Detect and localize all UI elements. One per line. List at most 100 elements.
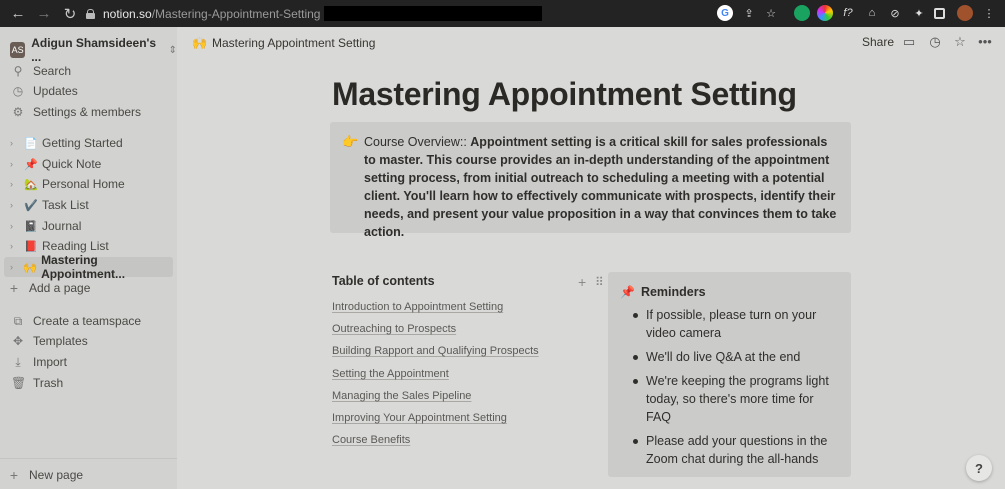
add-block-icon[interactable]: + (578, 274, 586, 290)
sidebar-page-journal[interactable]: › 📓 Journal (0, 216, 177, 236)
url-path: /Mastering-Appointment-Setting (151, 6, 321, 21)
sidebar-item-label: Updates (33, 84, 78, 98)
sidebar-item-search[interactable]: ⚲ Search (0, 61, 177, 81)
chevron-right-icon[interactable]: › (10, 241, 18, 251)
page-title[interactable]: Mastering Appointment Setting (332, 76, 797, 113)
sidebar-item-settings[interactable]: ⚙ Settings & members (0, 102, 177, 122)
reminders-callout[interactable]: 📌 Reminders If possible, please turn on … (608, 272, 851, 477)
sidebar-item-trash[interactable]: 🗑 Trash (0, 373, 177, 393)
toc-link[interactable]: Improving Your Appointment Setting (332, 412, 507, 424)
new-page-button[interactable]: + New page (0, 465, 177, 485)
list-item[interactable]: Please add your questions in the Zoom ch… (633, 432, 841, 468)
extensions-puzzle-icon[interactable]: ✦ (911, 5, 927, 21)
page-emoji: 🙌 (23, 261, 38, 274)
search-icon: ⚲ (13, 64, 23, 78)
add-page-button[interactable]: + Add a page (0, 278, 177, 298)
forward-arrow-icon[interactable]: → (34, 4, 54, 24)
page-emoji: 📌 (24, 158, 38, 171)
callout-block[interactable]: 👉 Course Overview:: Appointment setting … (330, 122, 851, 239)
comment-icon[interactable]: ▭ (901, 34, 917, 50)
lock-icon (86, 8, 95, 19)
address-bar[interactable]: notion.so/Mastering-Appointment-Setting (78, 3, 778, 24)
sidebar-item-label: Import (33, 355, 68, 369)
page-emoji: 📕 (24, 240, 38, 253)
chevron-updown-icon: ⇕ (168, 44, 177, 56)
chevron-right-icon[interactable]: › (10, 179, 18, 189)
back-arrow-icon[interactable]: ← (8, 4, 28, 24)
more-options-icon[interactable]: ••• (977, 34, 993, 50)
teamspace-icon: ⧉ (13, 313, 23, 328)
toc-link[interactable]: Setting the Appointment (332, 368, 449, 380)
list-item[interactable]: If possible, please turn on your video c… (633, 306, 841, 342)
sidebar-item-updates[interactable]: ◷ Updates (0, 81, 177, 101)
help-button[interactable]: ? (966, 455, 992, 481)
sidebar-page-task-list[interactable]: › ✔️ Task List (0, 195, 177, 215)
reminders-title-text: Reminders (640, 285, 706, 299)
extension-bottle-icon[interactable]: ⌂ (864, 5, 880, 21)
page-emoji: ✔️ (24, 199, 38, 212)
templates-icon: ✥ (12, 334, 24, 348)
share-page-icon[interactable]: ⇪ (741, 5, 757, 21)
sidebar-item-label: Quick Note (42, 157, 102, 171)
toc-title: Table of contents (332, 274, 435, 288)
chevron-right-icon[interactable]: › (10, 159, 18, 169)
sidebar-item-label: Mastering Appointment... (41, 253, 126, 281)
sidebar-item-templates[interactable]: ✥ Templates (0, 331, 177, 351)
sidebar-item-label: Trash (33, 376, 64, 390)
extension-color-icon[interactable] (817, 5, 833, 21)
extension-formula-icon[interactable]: f? (840, 5, 856, 21)
list-item[interactable]: We're keeping the programs light today, … (633, 372, 841, 426)
browser-menu-icon[interactable]: ⋮ (981, 5, 997, 21)
new-page-label: New page (29, 468, 84, 482)
pushpin-icon: 📌 (620, 285, 635, 299)
profile-avatar[interactable] (957, 5, 973, 21)
url-redaction (324, 6, 543, 21)
callout-body: Appointment setting is a critical skill … (364, 135, 837, 239)
chevron-right-icon[interactable]: › (10, 221, 18, 231)
favorite-star-icon[interactable]: ☆ (952, 34, 968, 50)
sidebar-item-label: Create a teamspace (33, 314, 142, 328)
toc-link[interactable]: Building Rapport and Qualifying Prospect… (332, 345, 539, 357)
share-button[interactable]: Share (862, 35, 894, 49)
toc-link[interactable]: Managing the Sales Pipeline (332, 390, 471, 402)
reminders-list: If possible, please turn on your video c… (633, 306, 841, 474)
list-item[interactable]: We'll do live Q&A at the end (633, 348, 841, 366)
chevron-right-icon[interactable]: › (10, 138, 18, 148)
callout-lead: Course Overview:: (364, 135, 471, 149)
extension-compass-icon[interactable]: ⊘ (887, 5, 903, 21)
reload-icon[interactable]: ↻ (60, 4, 80, 24)
chevron-right-icon[interactable]: › (10, 200, 18, 210)
callout-text[interactable]: Course Overview:: Appointment setting is… (364, 133, 840, 241)
google-icon[interactable]: G (717, 5, 733, 21)
import-icon: ⤓ (15, 354, 21, 369)
sidebar-item-label: Journal (42, 219, 82, 233)
page-emoji: 📄 (24, 137, 38, 150)
toc-link[interactable]: Course Benefits (332, 434, 410, 446)
sidebar-item-label: Getting Started (42, 136, 123, 150)
sidebar-item-create-teamspace[interactable]: ⧉ Create a teamspace (0, 311, 177, 331)
sidepanel-icon[interactable] (934, 8, 945, 19)
reminders-title: 📌 Reminders (620, 285, 706, 299)
sidebar-item-label: Personal Home (42, 177, 125, 191)
page-emoji: 📓 (24, 220, 38, 233)
bookmark-star-icon[interactable]: ☆ (763, 5, 779, 21)
sidebar-page-mastering-appointment[interactable]: › 🙌 Mastering Appointment... (4, 253, 173, 281)
sidebar-page-quick-note[interactable]: › 📌 Quick Note (0, 154, 177, 174)
gear-icon: ⚙ (12, 105, 24, 119)
workspace-switcher[interactable]: AS Adigun Shamsideen's ... ⇕ (10, 36, 177, 64)
chevron-right-icon[interactable]: › (10, 262, 17, 272)
sidebar-page-getting-started[interactable]: › 📄 Getting Started (0, 133, 177, 153)
toc-link[interactable]: Introduction to Appointment Setting (332, 301, 503, 313)
sidebar-item-import[interactable]: ⤓ Import (0, 352, 177, 372)
browser-toolbar: ← → ↻ notion.so/Mastering-Appointment-Se… (0, 0, 1005, 27)
page-emoji: 🙌 (192, 36, 207, 50)
plus-icon: + (9, 280, 19, 296)
extension-green-icon[interactable] (794, 5, 810, 21)
drag-handle-icon[interactable]: ⠿ (595, 275, 604, 289)
history-clock-icon[interactable]: ◷ (927, 34, 943, 50)
clock-icon: ◷ (12, 84, 24, 98)
toc-link[interactable]: Outreaching to Prospects (332, 323, 456, 335)
sidebar-page-personal-home[interactable]: › 🏡 Personal Home (0, 174, 177, 194)
page-emoji: 🏡 (24, 178, 38, 191)
breadcrumb[interactable]: 🙌 Mastering Appointment Setting (192, 36, 375, 50)
